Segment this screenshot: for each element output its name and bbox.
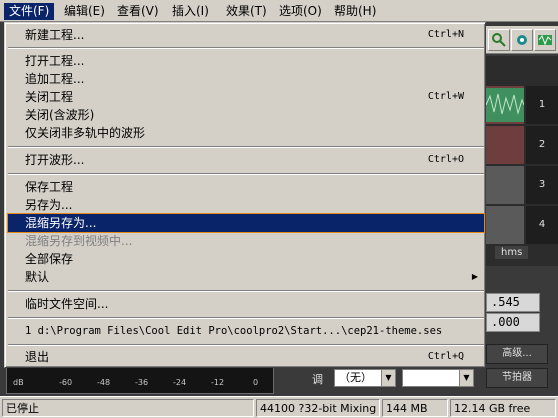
menu-item-label: 默认 — [25, 270, 50, 284]
menu-item-label: 另存为... — [25, 198, 73, 212]
waveform-icon[interactable] — [534, 29, 556, 51]
tone-select[interactable]: （无） ▼ — [334, 369, 396, 387]
menu-item-open-session[interactable]: 打开工程... — [8, 52, 484, 70]
menu-item-shortcut: Ctrl+Q — [427, 351, 464, 362]
menu-item-label: 退出 — [25, 350, 50, 364]
track-number: 4 — [526, 206, 558, 244]
advanced-button[interactable]: 高级... — [486, 344, 548, 364]
menu-edit[interactable]: 编辑(E) — [59, 3, 110, 20]
track-number: 3 — [526, 166, 558, 204]
submenu-arrow-icon: ▶ — [471, 272, 478, 281]
cool-edit-pro-window: 1 2 3 4 hms .545 .000 高级... 节拍器 调 （无） ▼ … — [0, 0, 558, 418]
level-meter-label: -36 — [135, 378, 149, 387]
menu-item-temp-space[interactable]: 临时文件空间... — [8, 295, 484, 313]
menu-item-label: 追加工程... — [25, 72, 85, 86]
time-display-begin: .545 — [486, 293, 540, 312]
menu-item-label: 混缩另存为... — [25, 216, 97, 230]
menu-item-defaults[interactable]: 默认 ▶ — [8, 268, 484, 286]
menu-item-mixdown-to-video: 混缩另存到视频中... — [8, 232, 484, 250]
menu-item-save-session[interactable]: 保存工程 — [8, 178, 484, 196]
track-clip[interactable] — [486, 206, 524, 244]
status-disk-free: 12.14 GB free — [450, 399, 556, 417]
menu-item-label: 保存工程 — [25, 180, 74, 194]
burst-icon[interactable] — [511, 29, 533, 51]
menu-item-shortcut: Ctrl+O — [427, 154, 464, 165]
menu-effects[interactable]: 效果(T) — [221, 3, 272, 20]
menu-file[interactable]: 文件(F) — [4, 3, 55, 20]
status-memory: 144 MB — [382, 399, 448, 417]
menu-item-label: 临时文件空间... — [25, 297, 109, 311]
menu-item-recent-file[interactable]: 1 d:\Program Files\Cool Edit Pro\coolpro… — [8, 322, 484, 340]
time-display-end: .000 — [486, 313, 540, 332]
menu-item-close-session[interactable]: 关闭工程 Ctrl+W — [8, 88, 484, 106]
track-clip[interactable] — [486, 166, 524, 204]
metronome-button[interactable]: 节拍器 — [486, 368, 548, 388]
menu-item-mixdown-save-as[interactable]: 混缩另存为... — [7, 213, 485, 233]
chevron-down-icon[interactable]: ▼ — [381, 370, 395, 386]
menu-item-label: 关闭(含波形) — [25, 108, 95, 122]
tone-value: （无） — [339, 371, 372, 384]
menu-item-shortcut: Ctrl+W — [427, 91, 464, 102]
menu-item-exit[interactable]: 退出 Ctrl+Q — [8, 348, 484, 366]
menu-item-close-unused-waves[interactable]: 仅关闭非多轨中的波形 — [8, 124, 484, 142]
menu-options[interactable]: 选项(O) — [274, 3, 327, 20]
menu-item-close-with-waves[interactable]: 关闭(含波形) — [8, 106, 484, 124]
track-area: 1 2 3 4 — [485, 56, 558, 266]
menu-help[interactable]: 帮助(H) — [329, 3, 381, 20]
menu-item-label: 新建工程... — [25, 28, 85, 42]
menu-separator — [8, 290, 484, 292]
menu-item-open-waveform[interactable]: 打开波形... Ctrl+O — [8, 151, 484, 169]
track-number: 1 — [526, 86, 558, 124]
scale-select[interactable]: ▼ — [402, 369, 474, 387]
level-meter-label: 0 — [253, 378, 259, 387]
level-meter-label: -60 — [59, 378, 73, 387]
tone-row: 调 （无） ▼ ▼ — [290, 369, 484, 387]
tone-label: 调 — [312, 373, 323, 386]
menu-view[interactable]: 查看(V) — [112, 3, 164, 20]
menu-separator — [8, 47, 484, 49]
level-meter-label: -24 — [173, 378, 187, 387]
menu-separator — [8, 317, 484, 319]
menu-item-new-session[interactable]: 新建工程... Ctrl+N — [8, 26, 484, 44]
menu-separator — [8, 146, 484, 148]
track-clip[interactable] — [486, 126, 524, 164]
menu-separator — [8, 173, 484, 175]
chevron-down-icon[interactable]: ▼ — [459, 370, 473, 386]
menu-item-label: 1 d:\Program Files\Cool Edit Pro\coolpro… — [25, 325, 443, 337]
menu-item-label: 关闭工程 — [25, 90, 74, 104]
track-clip[interactable] — [485, 86, 525, 124]
menu-item-append-session[interactable]: 追加工程... — [8, 70, 484, 88]
zoom-icon[interactable] — [488, 29, 510, 51]
status-bar: 已停止 44100 ?32-bit Mixing 144 MB 12.14 GB… — [0, 396, 558, 418]
menu-item-label: 打开波形... — [25, 153, 85, 167]
level-meter: dB -60 -48 -36 -24 -12 0 — [6, 364, 274, 394]
menu-separator — [8, 344, 484, 346]
menu-item-label: 混缩另存到视频中... — [25, 234, 133, 248]
menu-item-shortcut: Ctrl+N — [427, 29, 464, 40]
time-unit-label: hms — [495, 246, 529, 259]
menu-item-save-as[interactable]: 另存为... — [8, 196, 484, 214]
level-meter-label: dB — [13, 378, 24, 387]
toolbar — [486, 26, 558, 54]
menu-item-label: 打开工程... — [25, 54, 85, 68]
menu-item-label: 仅关闭非多轨中的波形 — [25, 126, 146, 140]
menubar: 文件(F) 编辑(E) 查看(V) 插入(I) 效果(T) 选项(O) 帮助(H… — [0, 0, 558, 22]
track-number: 2 — [526, 126, 558, 164]
menu-item-save-all[interactable]: 全部保存 — [8, 250, 484, 268]
file-menu: 新建工程... Ctrl+N 打开工程... 追加工程... 关闭工程 Ctrl… — [4, 22, 486, 368]
level-meter-label: -12 — [211, 378, 225, 387]
status-format: 44100 ?32-bit Mixing — [256, 399, 380, 417]
menu-item-label: 全部保存 — [25, 252, 74, 266]
level-meter-label: -48 — [97, 378, 111, 387]
status-state: 已停止 — [2, 399, 254, 417]
menu-insert[interactable]: 插入(I) — [167, 3, 214, 20]
